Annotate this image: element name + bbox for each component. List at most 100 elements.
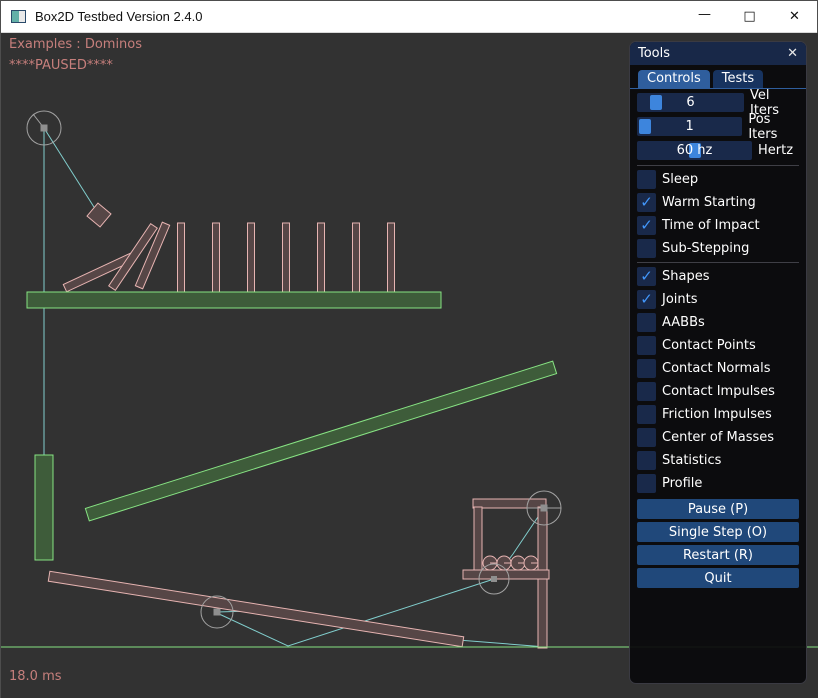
checkbox-label: Center of Masses: [662, 430, 774, 445]
domino[interactable]: [283, 223, 290, 292]
checkbox-label: Contact Impulses: [662, 384, 775, 399]
tab-controls[interactable]: Controls: [638, 70, 710, 88]
checkbox-contact-points[interactable]: ✓ Contact Points: [637, 336, 799, 355]
checkbox-box[interactable]: ✓: [637, 216, 656, 235]
separator: [637, 262, 799, 263]
checkmark-icon: ✓: [640, 292, 653, 307]
checkbox-box[interactable]: ✓: [637, 405, 656, 424]
tab-label: Tests: [722, 71, 754, 86]
checkbox-label: Shapes: [662, 269, 709, 284]
example-label: Examples : Dominos: [9, 37, 142, 52]
checkbox-label: Statistics: [662, 453, 721, 468]
cradle-upper-anchor-point: [541, 505, 548, 512]
checkbox-box[interactable]: ✓: [637, 193, 656, 212]
checkbox-label: AABBs: [662, 315, 705, 330]
checkbox-box[interactable]: ✓: [637, 290, 656, 309]
checkbox-box[interactable]: ✓: [637, 267, 656, 286]
domino[interactable]: [248, 223, 255, 292]
frame-time-label: 18.0 ms: [9, 669, 62, 684]
slider-track[interactable]: 60 hz: [637, 141, 752, 160]
checkbox-friction-impulses[interactable]: ✓ Friction Impulses: [637, 405, 799, 424]
button-single-step-o[interactable]: Single Step (O): [637, 522, 799, 542]
checkbox-aabbs[interactable]: ✓ AABBs: [637, 313, 799, 332]
checkbox-profile[interactable]: ✓ Profile: [637, 474, 799, 493]
panel-close-icon[interactable]: ✕: [787, 47, 798, 60]
client-area: Examples : Dominos ****PAUSED**** 18.0 m…: [1, 33, 818, 698]
maximize-button[interactable]: □: [727, 1, 772, 33]
button-pause-p[interactable]: Pause (P): [637, 499, 799, 519]
slider-value: 60 hz: [637, 141, 752, 160]
slider-pos-iters: 1 Pos Iters: [637, 117, 799, 136]
maximize-icon: □: [743, 9, 755, 24]
domino[interactable]: [318, 223, 325, 292]
cradle-lower-anchor-point: [491, 576, 497, 582]
domino[interactable]: [178, 223, 185, 292]
checkbox-shapes[interactable]: ✓ Shapes: [637, 267, 799, 286]
button-restart-r[interactable]: Restart (R): [637, 545, 799, 565]
checkbox-contact-impulses[interactable]: ✓ Contact Impulses: [637, 382, 799, 401]
slider-section: 6 Vel Iters 1 Pos Iters 60 hz Hertz: [637, 93, 799, 160]
cradle-top-bar[interactable]: [473, 499, 546, 508]
checkbox-contact-normals[interactable]: ✓ Contact Normals: [637, 359, 799, 378]
checkbox-time-of-impact[interactable]: ✓ Time of Impact: [637, 216, 799, 235]
pendulum-anchor-point: [41, 125, 48, 132]
joint-rope-ground: [458, 640, 546, 647]
tab-label: Controls: [647, 71, 701, 86]
checkmark-icon: ✓: [640, 269, 653, 284]
checkbox-box[interactable]: ✓: [637, 428, 656, 447]
checkbox-statistics[interactable]: ✓ Statistics: [637, 451, 799, 470]
checkbox-warm-starting[interactable]: ✓ Warm Starting: [637, 193, 799, 212]
seesaw-pivot-point: [214, 609, 221, 616]
checkbox-label: Friction Impulses: [662, 407, 772, 422]
checkbox-label: Profile: [662, 476, 702, 491]
slider-value: 6: [637, 93, 744, 112]
tools-panel-titlebar[interactable]: Tools ✕: [630, 42, 806, 65]
checkbox-box[interactable]: ✓: [637, 170, 656, 189]
checkbox-joints[interactable]: ✓ Joints: [637, 290, 799, 309]
cradle-shelf[interactable]: [463, 570, 549, 579]
checkbox-sub-stepping[interactable]: ✓ Sub-Stepping: [637, 239, 799, 258]
domino[interactable]: [388, 223, 395, 292]
checkbox-label: Time of Impact: [662, 218, 760, 233]
checkbox-box[interactable]: ✓: [637, 382, 656, 401]
checkbox-label: Contact Points: [662, 338, 756, 353]
checkmark-icon: ✓: [640, 195, 653, 210]
window-controls: — □ ✕: [682, 1, 817, 33]
app-icon: [11, 10, 26, 23]
checkbox-box[interactable]: ✓: [637, 313, 656, 332]
minimize-button[interactable]: —: [682, 1, 727, 33]
slider-track[interactable]: 1: [637, 117, 742, 136]
domino[interactable]: [353, 223, 360, 292]
checkbox-box[interactable]: ✓: [637, 451, 656, 470]
checkbox-box[interactable]: ✓: [637, 239, 656, 258]
slider-value: 1: [637, 117, 742, 136]
checkbox-box[interactable]: ✓: [637, 359, 656, 378]
separator: [637, 165, 799, 166]
swing-block[interactable]: [87, 203, 111, 227]
checkbox-box[interactable]: ✓: [637, 336, 656, 355]
checkbox-box[interactable]: ✓: [637, 474, 656, 493]
slider-track[interactable]: 6: [637, 93, 744, 112]
tools-panel-title: Tools: [638, 46, 670, 61]
tower-block[interactable]: [35, 455, 53, 560]
ramp-plank[interactable]: [85, 361, 556, 521]
checkbox-group-draw: ✓ Shapes ✓ Joints ✓ AABBs ✓ Contact Poin…: [637, 267, 799, 493]
slider-hertz: 60 hz Hertz: [637, 141, 799, 160]
slider-vel-iters: 6 Vel Iters: [637, 93, 799, 112]
checkbox-label: Sub-Stepping: [662, 241, 749, 256]
domino-shelf[interactable]: [27, 292, 441, 308]
checkbox-label: Contact Normals: [662, 361, 771, 376]
joint-rope-pendulum: [44, 128, 99, 215]
tab-bar: Controls Tests: [630, 65, 806, 89]
window-titlebar: Box2D Testbed Version 2.4.0 — □ ✕: [1, 1, 817, 33]
checkbox-center-of-masses[interactable]: ✓ Center of Masses: [637, 428, 799, 447]
minimize-icon: —: [698, 7, 711, 22]
cradle-left-post[interactable]: [474, 507, 482, 573]
checkbox-sleep[interactable]: ✓ Sleep: [637, 170, 799, 189]
app-window: Box2D Testbed Version 2.4.0 — □ ✕: [0, 0, 818, 698]
close-icon: ✕: [789, 9, 800, 24]
close-button[interactable]: ✕: [772, 1, 817, 33]
domino[interactable]: [213, 223, 220, 292]
button-quit[interactable]: Quit: [637, 568, 799, 588]
tab-tests[interactable]: Tests: [713, 70, 763, 88]
